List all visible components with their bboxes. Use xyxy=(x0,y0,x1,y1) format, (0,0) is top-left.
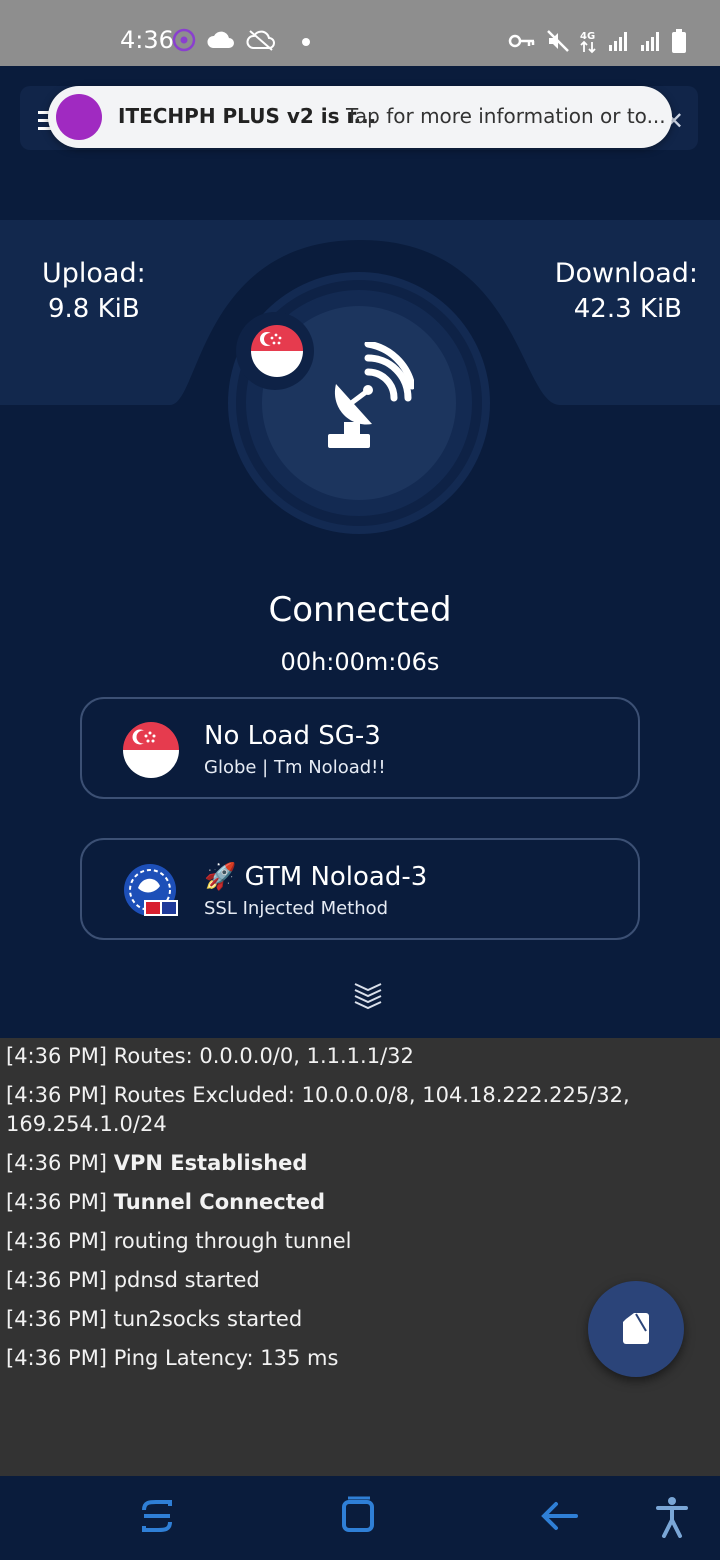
cloud-icon xyxy=(206,29,236,55)
download-value: 42.3 KiB xyxy=(573,294,682,324)
network-selector[interactable]: 🚀 GTM Noload-3 SSL Injected Method xyxy=(80,838,640,940)
heads-up-notification[interactable]: ITECHPH PLUS v2 is r... Tap for more inf… xyxy=(48,86,672,148)
status-time: 4:36 xyxy=(120,26,174,54)
layers-expand-icon[interactable] xyxy=(352,978,384,1014)
lte-4g-icon: 4G xyxy=(580,28,598,58)
singapore-flag-icon xyxy=(250,324,304,382)
log-line: [4:36 PM] VPN Established xyxy=(6,1151,308,1175)
signal-icon xyxy=(608,30,630,56)
notification-app-icon xyxy=(56,94,102,140)
vpn-key-icon xyxy=(508,31,536,55)
globe-tm-logo-icon xyxy=(122,862,180,924)
log-panel[interactable]: [4:36 PM] Routes: 0.0.0.0/0, 1.1.1.1/32 … xyxy=(0,1038,720,1476)
clear-log-button[interactable] xyxy=(588,1281,684,1377)
log-line: [4:36 PM] routing through tunnel xyxy=(6,1229,352,1253)
back-icon[interactable] xyxy=(540,1496,580,1540)
upload-label: Upload: xyxy=(42,258,146,289)
svg-text:4G: 4G xyxy=(580,31,595,42)
connection-timer: 00h:00m:06s xyxy=(280,648,440,676)
satellite-dish-icon xyxy=(322,340,416,456)
mute-icon xyxy=(546,29,570,57)
document-icon xyxy=(623,1313,649,1344)
server-description: Globe | Tm Noload!! xyxy=(204,757,386,778)
log-line: [4:36 PM] Tunnel Connected xyxy=(6,1190,326,1214)
log-line-continued: 169.254.1.0/24 xyxy=(6,1112,167,1136)
dot-icon xyxy=(302,38,310,46)
log-line: [4:36 PM] tun2socks started xyxy=(6,1307,303,1331)
connection-status: Connected xyxy=(268,590,452,630)
log-line: [4:36 PM] Routes Excluded: 10.0.0.0/8, 1… xyxy=(6,1083,630,1107)
log-line: [4:36 PM] pdnsd started xyxy=(6,1268,260,1292)
upload-value: 9.8 KiB xyxy=(48,294,140,324)
cloud-off-icon xyxy=(246,29,276,55)
server-name: No Load SG-3 xyxy=(204,721,381,751)
battery-icon xyxy=(672,29,686,57)
home-icon[interactable] xyxy=(340,1496,376,1540)
viber-icon xyxy=(172,28,196,56)
log-line: [4:36 PM] Ping Latency: 135 ms xyxy=(6,1346,339,1370)
recent-apps-icon[interactable] xyxy=(140,1496,174,1540)
status-right-icons: 4G xyxy=(508,28,686,58)
accessibility-icon[interactable] xyxy=(654,1496,690,1542)
network-name: 🚀 GTM Noload-3 xyxy=(204,862,428,892)
signal-icon xyxy=(640,30,662,56)
system-nav-bar xyxy=(0,1476,720,1560)
singapore-flag-icon xyxy=(122,721,180,783)
notification-title: ITECHPH PLUS v2 is r... xyxy=(118,104,377,128)
status-left-icons xyxy=(172,28,310,56)
server-selector[interactable]: No Load SG-3 Globe | Tm Noload!! xyxy=(80,697,640,799)
network-method: SSL Injected Method xyxy=(204,898,389,919)
download-label: Download: xyxy=(554,258,698,289)
status-bar: 4:36 4G xyxy=(0,0,720,66)
notification-text: Tap for more information or to... xyxy=(346,104,666,128)
log-line: [4:36 PM] Routes: 0.0.0.0/0, 1.1.1.1/32 xyxy=(6,1044,414,1068)
